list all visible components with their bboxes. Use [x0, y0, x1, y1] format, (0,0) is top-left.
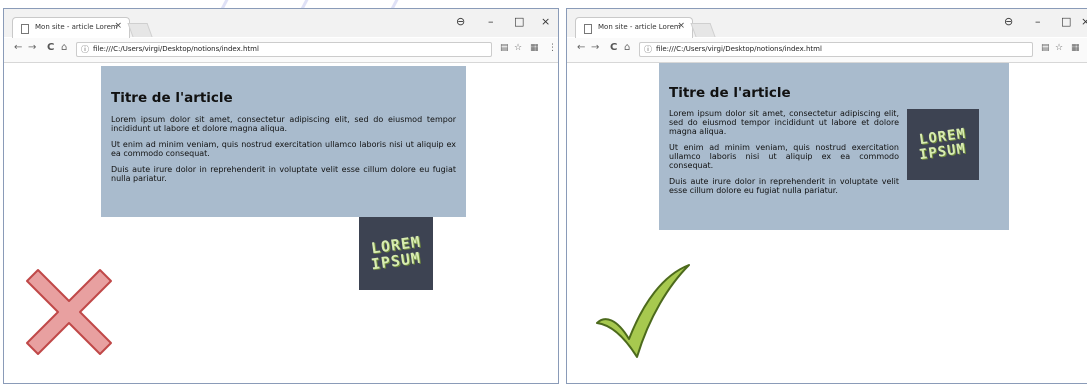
translate-icon[interactable]: ▤ [500, 43, 509, 53]
browser-tab[interactable]: Mon site - article Lorem × [575, 17, 693, 39]
account-icon[interactable]: ⊖ [1004, 15, 1013, 28]
page-icon [584, 24, 592, 34]
tab-title: Mon site - article Lorem [598, 23, 681, 31]
close-button[interactable]: × [541, 15, 550, 28]
address-bar[interactable]: ⓘ file:///C:/Users/virgi/Desktop/notions… [76, 42, 492, 57]
new-tab-button[interactable] [690, 23, 716, 37]
forward-icon[interactable]: → [28, 42, 36, 53]
minimize-button[interactable]: – [1035, 15, 1041, 28]
account-icon[interactable]: ⊖ [456, 15, 465, 28]
extension-icon[interactable]: ▦ [1071, 43, 1080, 53]
bookmark-star-icon[interactable]: ☆ [1055, 43, 1063, 53]
menu-icon[interactable]: ⋮ [548, 43, 557, 53]
cross-icon [26, 269, 112, 355]
extension-icon[interactable]: ▦ [530, 43, 539, 53]
back-icon[interactable]: ← [14, 42, 22, 53]
navigation-bar: ← → C ⌂ ⓘ file:///C:/Users/virgi/Desktop… [4, 38, 558, 63]
lorem-ipsum-logo: LOREM IPSUM [359, 217, 433, 290]
article-box: Titre de l'article Lorem ipsum dolor sit… [101, 66, 466, 217]
url-text: file:///C:/Users/virgi/Desktop/notions/i… [93, 45, 259, 53]
browser-window-right: Mon site - article Lorem × ⊖ – □ × ← → C… [566, 8, 1087, 384]
article-box: Titre de l'article LOREM IPSUM Lorem ips… [659, 63, 1009, 230]
tab-close-icon[interactable]: × [114, 21, 122, 31]
lorem-ipsum-logo: LOREM IPSUM [907, 109, 979, 180]
close-button[interactable]: × [1081, 15, 1087, 28]
new-tab-button[interactable] [127, 23, 153, 37]
maximize-button[interactable]: □ [1061, 15, 1071, 28]
url-text: file:///C:/Users/virgi/Desktop/notions/i… [656, 45, 822, 53]
article-paragraph: Lorem ipsum dolor sit amet, consectetur … [111, 115, 456, 133]
title-bar: Mon site - article Lorem × ⊖ – □ × [4, 9, 558, 39]
article-paragraph: Ut enim ad minim veniam, quis nostrud ex… [111, 140, 456, 158]
back-icon[interactable]: ← [577, 42, 585, 53]
reload-icon[interactable]: C [610, 42, 617, 53]
navigation-bar: ← → C ⌂ ⓘ file:///C:/Users/virgi/Desktop… [567, 38, 1087, 63]
title-bar: Mon site - article Lorem × ⊖ – □ × [567, 9, 1087, 39]
logo-text: IPSUM [369, 248, 422, 273]
minimize-button[interactable]: – [488, 15, 494, 28]
browser-tab[interactable]: Mon site - article Lorem × [12, 17, 130, 39]
tab-close-icon[interactable]: × [677, 21, 685, 31]
maximize-button[interactable]: □ [514, 15, 524, 28]
tab-title: Mon site - article Lorem [35, 23, 118, 31]
reload-icon[interactable]: C [47, 42, 54, 53]
checkmark-icon [596, 264, 690, 358]
browser-window-left: Mon site - article Lorem × ⊖ – □ × ← → C… [3, 8, 559, 384]
info-icon[interactable]: ⓘ [81, 44, 89, 55]
article-title: Titre de l'article [669, 85, 791, 101]
info-icon[interactable]: ⓘ [644, 44, 652, 55]
page-icon [21, 24, 29, 34]
translate-icon[interactable]: ▤ [1041, 43, 1050, 53]
home-icon[interactable]: ⌂ [624, 42, 630, 53]
article-paragraph: Duis aute irure dolor in reprehenderit i… [111, 165, 456, 183]
bookmark-star-icon[interactable]: ☆ [514, 43, 522, 53]
forward-icon[interactable]: → [591, 42, 599, 53]
article-title: Titre de l'article [111, 90, 233, 106]
home-icon[interactable]: ⌂ [61, 42, 67, 53]
address-bar[interactable]: ⓘ file:///C:/Users/virgi/Desktop/notions… [639, 42, 1033, 57]
